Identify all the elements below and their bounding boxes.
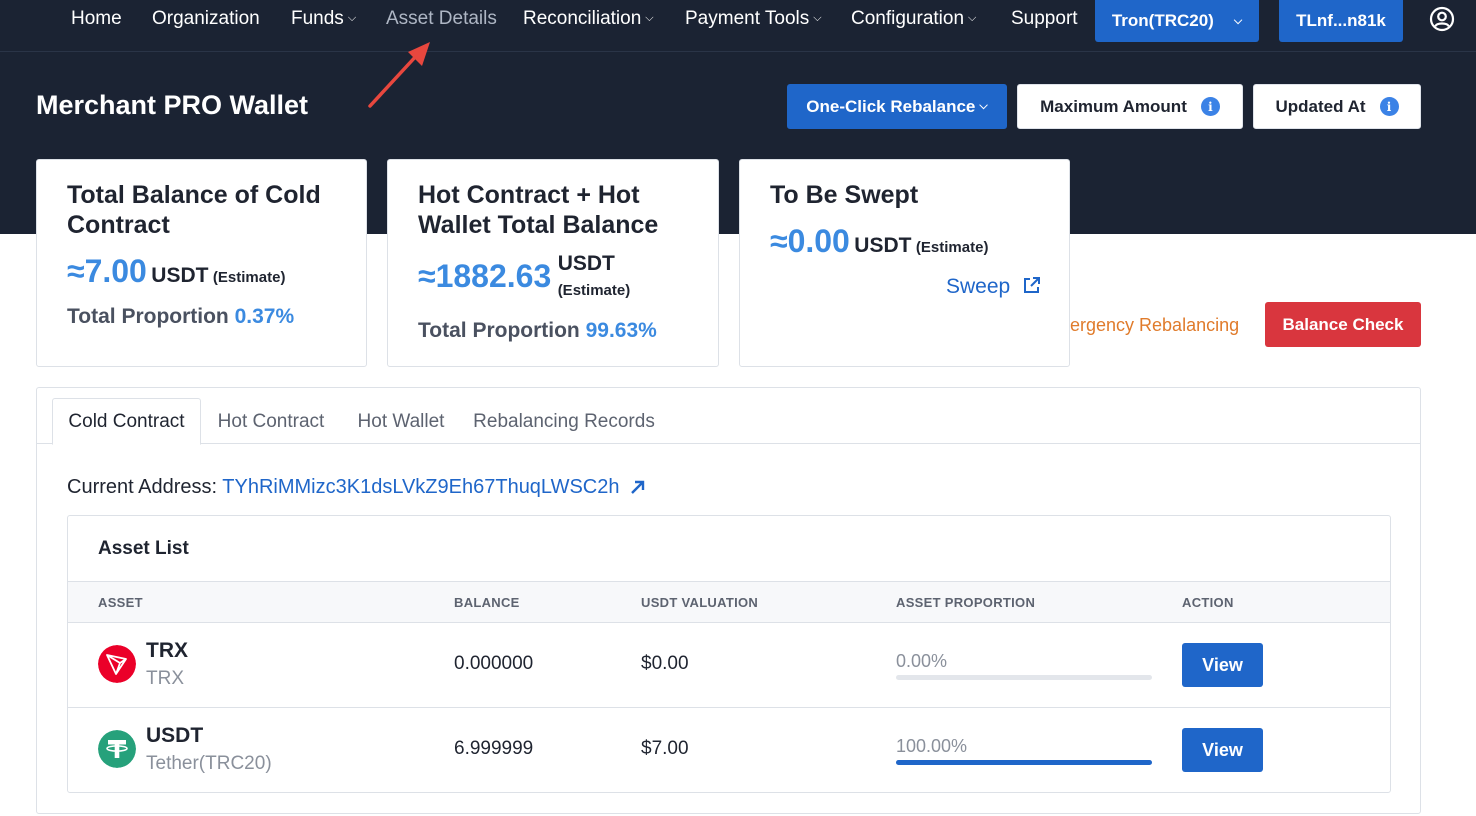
hot-amount: ≈1882.63 USDT (Estimate) <box>418 252 631 299</box>
chevron-down-icon: ⌵ <box>813 12 822 24</box>
column-header: BALANCE <box>454 595 520 610</box>
tab-rebalancing-records[interactable]: Rebalancing Records <box>461 398 667 445</box>
one-click-rebalance-button[interactable]: One-Click Rebalance ⌵ <box>787 84 1007 129</box>
user-circle-icon[interactable] <box>1429 6 1455 32</box>
sweep-amount: ≈0.00 USDT (Estimate) <box>770 223 989 259</box>
arrow-up-right-icon[interactable] <box>629 478 647 496</box>
nav-home[interactable]: Home <box>71 8 122 30</box>
nav-payment-tools[interactable]: Payment Tools ⌵ <box>685 8 822 30</box>
current-address: Current Address: TYhRiMMizc3K1dsLVkZ9Eh6… <box>67 476 647 499</box>
top-nav: Home Organization Funds ⌵ Asset Details R… <box>0 0 1476 52</box>
table-header: ASSET BALANCE USDT VALUATION ASSET PROPO… <box>68 581 1390 623</box>
card-title: Total Balance of Cold Contract <box>67 181 321 239</box>
updated-at-button[interactable]: Updated At i <box>1253 84 1421 129</box>
nav-organization[interactable]: Organization <box>152 8 260 30</box>
hot-proportion: Total Proportion 99.63% <box>418 319 657 342</box>
nav-asset-details[interactable]: Asset Details <box>386 8 497 30</box>
asset-balance: 0.000000 <box>454 653 534 674</box>
asset-proportion: 100.00% <box>896 736 968 756</box>
asset-valuation: $0.00 <box>641 653 689 674</box>
cold-balance-card: Total Balance of Cold Contract ≈7.00 USD… <box>36 159 367 367</box>
tab-bar: Cold Contract Hot Contract Hot Wallet Re… <box>37 388 1420 445</box>
asset-symbol: USDT <box>146 724 204 747</box>
emergency-rebalancing-link[interactable]: ergency Rebalancing <box>1070 315 1239 336</box>
info-icon: i <box>1200 97 1220 116</box>
nav-funds[interactable]: Funds ⌵ <box>291 8 356 30</box>
nav-support[interactable]: Support <box>1011 8 1078 30</box>
to-be-swept-card: To Be Swept ≈0.00 USDT (Estimate) Sweep <box>739 159 1070 367</box>
cold-proportion: Total Proportion 0.37% <box>67 305 295 328</box>
chevron-down-icon: ⌵ <box>1233 14 1243 27</box>
nav-configuration[interactable]: Configuration ⌵ <box>851 8 976 30</box>
address-link[interactable]: TYhRiMMizc3K1dsLVkZ9Eh67ThuqLWSC2h <box>222 476 619 498</box>
card-title: Hot Contract + Hot Wallet Total Balance <box>418 181 659 239</box>
tab-cold-contract[interactable]: Cold Contract <box>52 398 201 445</box>
annotation-arrow-icon <box>368 42 430 108</box>
tab-hot-wallet[interactable]: Hot Wallet <box>341 398 461 445</box>
hot-balance-card: Hot Contract + Hot Wallet Total Balance … <box>387 159 719 367</box>
proportion-bar <box>896 675 1152 680</box>
sweep-link[interactable]: Sweep <box>946 275 1042 299</box>
proportion-bar-fill <box>896 760 1152 765</box>
trx-coin-icon <box>98 645 136 683</box>
asset-name: Tether(TRC20) <box>146 753 272 774</box>
asset-list-title: Asset List <box>98 538 189 559</box>
chevron-down-icon: ⌵ <box>979 100 988 112</box>
chevron-down-icon: ⌵ <box>347 12 357 24</box>
account-button[interactable]: TLnf...n81k <box>1279 0 1403 42</box>
network-label: Tron(TRC20) <box>1111 11 1214 30</box>
view-button[interactable]: View <box>1182 728 1263 772</box>
maximum-amount-button[interactable]: Maximum Amount i <box>1017 84 1243 129</box>
balance-check-button[interactable]: Balance Check <box>1265 302 1421 347</box>
network-selector[interactable]: Tron(TRC20) ⌵ <box>1095 0 1259 42</box>
asset-name: TRX <box>146 668 184 689</box>
address-label: Current Address: <box>67 476 218 498</box>
page-title: Merchant PRO Wallet <box>36 90 309 120</box>
card-title: To Be Swept <box>770 181 919 209</box>
chevron-down-icon: ⌵ <box>968 12 977 24</box>
account-label: TLnf...n81k <box>1296 11 1386 30</box>
asset-list: Asset List ASSET BALANCE USDT VALUATION … <box>67 515 1391 793</box>
view-button[interactable]: View <box>1182 643 1263 687</box>
column-header: ASSET PROPORTION <box>896 595 1036 610</box>
table-row: TRX TRX 0.000000 $0.00 0.00% View <box>68 623 1390 708</box>
external-link-icon <box>1024 277 1041 293</box>
cold-amount: ≈7.00 USDT (Estimate) <box>67 253 286 289</box>
table-row: USDT Tether(TRC20) 6.999999 $7.00 100.00… <box>68 708 1390 793</box>
asset-symbol: TRX <box>146 639 188 662</box>
asset-panel: Cold Contract Hot Contract Hot Wallet Re… <box>36 387 1421 814</box>
asset-valuation: $7.00 <box>641 738 689 759</box>
column-header: USDT VALUATION <box>641 595 759 610</box>
tab-hot-contract[interactable]: Hot Contract <box>201 398 341 445</box>
usdt-coin-icon <box>98 730 136 768</box>
chevron-down-icon: ⌵ <box>645 12 654 24</box>
proportion-bar <box>896 760 1152 765</box>
column-header: ACTION <box>1182 595 1234 610</box>
asset-balance: 6.999999 <box>454 738 534 759</box>
column-header: ASSET <box>98 595 143 610</box>
info-icon: i <box>1379 97 1399 116</box>
nav-reconciliation[interactable]: Reconciliation ⌵ <box>523 8 654 30</box>
asset-proportion: 0.00% <box>896 651 948 671</box>
